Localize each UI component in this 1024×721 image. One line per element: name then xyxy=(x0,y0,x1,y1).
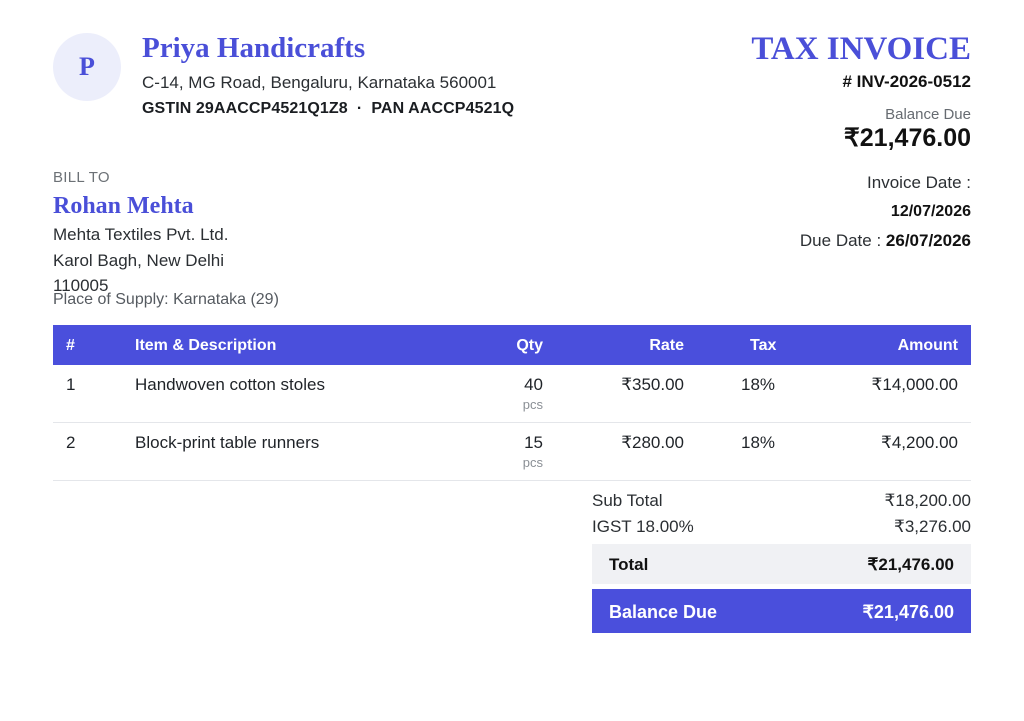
row-item: Handwoven cotton stoles xyxy=(135,375,325,394)
row-tax: 18% xyxy=(741,433,776,452)
header-amount: Amount xyxy=(897,337,958,354)
invoice-title: TAX INVOICE xyxy=(751,31,971,67)
row-item: Block-print table runners xyxy=(135,433,320,452)
client-address-line1: Karol Bagh, New Delhi xyxy=(53,251,225,270)
due-date-value: 26/07/2026 xyxy=(885,231,971,250)
row-unit: pcs xyxy=(522,455,543,470)
place-of-supply: Place of Supply: Karnataka (29) xyxy=(53,291,279,308)
total-value: ₹21,476.00 xyxy=(867,555,954,574)
row-unit: pcs xyxy=(522,397,543,412)
balance-due-label: Balance Due xyxy=(885,106,971,123)
line-items-table: # Item & Description Qty Rate Tax Amount… xyxy=(53,325,971,481)
balance-due-row-value: ₹21,476.00 xyxy=(862,602,954,622)
balance-due-row-label: Balance Due xyxy=(609,602,718,622)
row-amount: ₹4,200.00 xyxy=(881,433,958,452)
row-qty: 15 xyxy=(524,433,543,452)
total-row: Total ₹21,476.00 xyxy=(592,544,971,584)
row-number: 2 xyxy=(66,433,76,452)
due-date-label: Due Date : xyxy=(799,231,886,250)
table-row: 2 Block-print table runners 15 pcs ₹280.… xyxy=(53,423,971,481)
company-initial: P xyxy=(79,52,95,81)
row-rate: ₹280.00 xyxy=(621,433,684,452)
total-label: Total xyxy=(609,555,649,574)
company-logo-avatar: P xyxy=(53,33,121,101)
invoice-date-label: Invoice Date : xyxy=(867,173,971,192)
header-item: Item & Description xyxy=(135,337,277,354)
igst-value: ₹3,276.00 xyxy=(894,517,971,536)
row-tax: 18% xyxy=(741,375,776,394)
header-rate: Rate xyxy=(649,337,684,354)
balance-due-amount: ₹21,476.00 xyxy=(843,124,971,152)
row-rate: ₹350.00 xyxy=(621,375,684,394)
due-date: Due Date : 26/07/2026 xyxy=(800,231,971,251)
bill-to-label: BILL TO xyxy=(53,169,110,186)
header-number: # xyxy=(66,337,75,354)
header-tax: Tax xyxy=(750,337,777,354)
sub-total-label: Sub Total xyxy=(592,491,663,510)
sub-total-value: ₹18,200.00 xyxy=(884,491,971,510)
igst-label: IGST 18.00% xyxy=(592,517,694,536)
invoice-date-value: 12/07/2026 xyxy=(890,203,971,220)
invoice-number: # INV-2026-0512 xyxy=(842,72,971,91)
row-number: 1 xyxy=(66,375,76,394)
client-name: Rohan Mehta xyxy=(53,193,194,219)
balance-due-row: Balance Due ₹21,476.00 xyxy=(592,589,971,633)
row-qty: 40 xyxy=(524,375,543,394)
row-amount: ₹14,000.00 xyxy=(871,375,958,394)
table-header: # Item & Description Qty Rate Tax Amount xyxy=(53,325,971,365)
header-qty: Qty xyxy=(516,337,543,354)
company-address: C-14, MG Road, Bengaluru, Karnataka 5600… xyxy=(142,73,497,92)
company-name: Priya Handicrafts xyxy=(142,32,366,64)
client-company: Mehta Textiles Pvt. Ltd. xyxy=(53,225,229,244)
table-row: 1 Handwoven cotton stoles 40 pcs ₹350.00… xyxy=(53,365,971,423)
company-tax-ids: GSTIN 29AACCP4521Q1Z8 · PAN AACCP4521Q xyxy=(142,100,515,117)
